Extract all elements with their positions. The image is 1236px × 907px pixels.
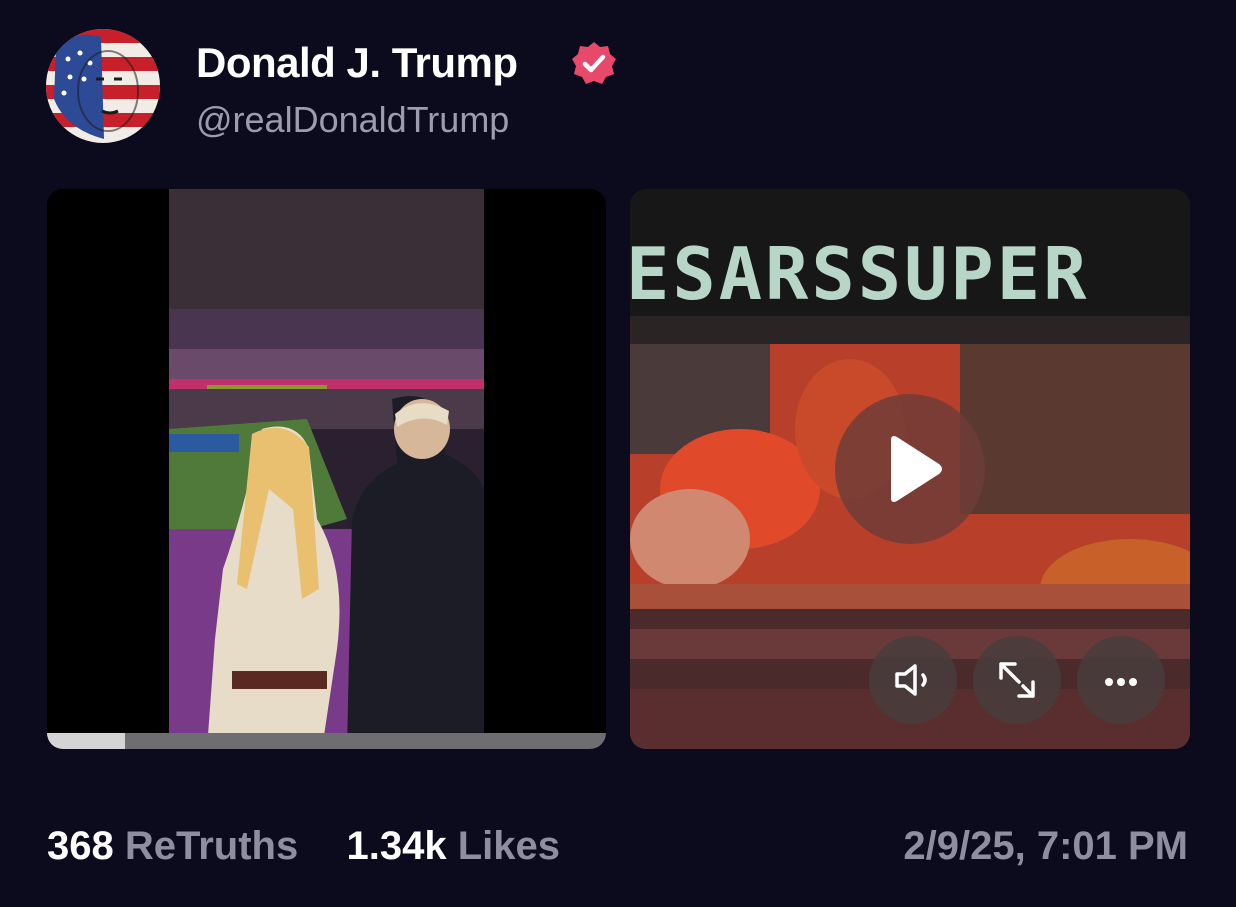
video-progress-fill xyxy=(47,733,126,749)
play-icon xyxy=(891,436,942,502)
scoreboard-text: ESARSSUPER xyxy=(630,232,1089,316)
mute-button[interactable] xyxy=(869,636,957,724)
media-video-1[interactable] xyxy=(47,189,606,749)
post-stats: 368 ReTruths 1.34k Likes xyxy=(47,822,560,870)
author-display-name[interactable]: Donald J. Trump xyxy=(196,38,518,88)
likes-count[interactable]: 1.34k xyxy=(346,824,446,868)
retruths-label[interactable]: ReTruths xyxy=(125,824,298,868)
retruths-count[interactable]: 368 xyxy=(47,824,114,868)
more-icon xyxy=(1105,678,1137,686)
media-video-2[interactable]: ESARSSUPER xyxy=(630,189,1190,749)
author-avatar[interactable] xyxy=(46,29,160,143)
video-progress-track[interactable] xyxy=(47,733,606,749)
fullscreen-button[interactable] xyxy=(973,636,1061,724)
verified-badge-icon xyxy=(570,40,618,88)
post-timestamp: 2/9/25, 7:01 PM xyxy=(903,824,1188,868)
expand-icon xyxy=(999,662,1035,698)
speaker-icon xyxy=(895,664,927,696)
play-button[interactable] xyxy=(835,394,985,544)
likes-label[interactable]: Likes xyxy=(458,824,560,868)
more-options-button[interactable] xyxy=(1077,636,1165,724)
video-thumbnail-1 xyxy=(47,189,606,749)
author-handle[interactable]: @realDonaldTrump xyxy=(196,98,509,142)
